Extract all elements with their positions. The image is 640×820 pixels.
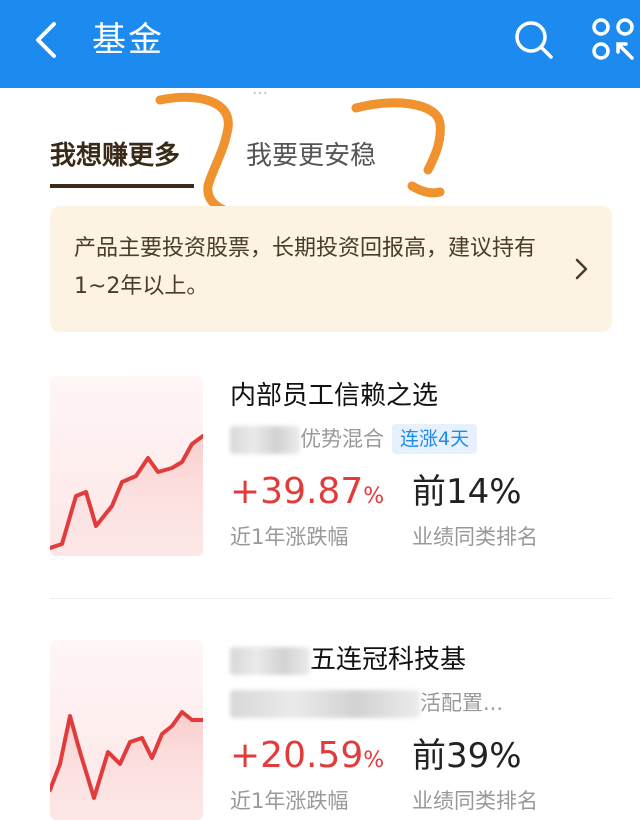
peer-rank-value: 前39% [412,736,522,776]
blurred-text [230,426,300,454]
annotation-brackets [155,92,445,217]
blurred-text [230,646,310,675]
year-change-label: 近1年涨跌幅 [230,789,349,813]
blurred-text [230,690,420,718]
fund-subtitle: 优势混合 连涨4天 [230,424,478,454]
fund-name: 五连冠科技基 [230,640,466,680]
peer-rank-label: 业绩同类排名 [412,789,538,813]
fund-name: 内部员工信赖之选 [230,381,439,411]
year-change-value: +39.87% [230,471,385,512]
peer-rank-label: 业绩同类排名 [412,525,538,549]
year-change-label: 近1年涨跌幅 [230,525,349,549]
tip-text: 产品主要投资股票，长期投资回报高，建议持有1~2年以上。 [74,236,537,299]
year-change-value: +20.59% [230,735,385,776]
chevron-right-icon [575,258,588,280]
fund-trend-thumbnail [50,640,203,820]
streak-badge: 连涨4天 [392,424,478,454]
fund-trend-thumbnail [50,376,203,556]
divider [50,598,612,599]
risk-tip-banner[interactable]: 产品主要投资股票，长期投资回报高，建议持有1~2年以上。 [50,206,612,332]
fund-subtitle: 活配置... [230,688,503,718]
peer-rank-value: 前14% [412,472,522,512]
